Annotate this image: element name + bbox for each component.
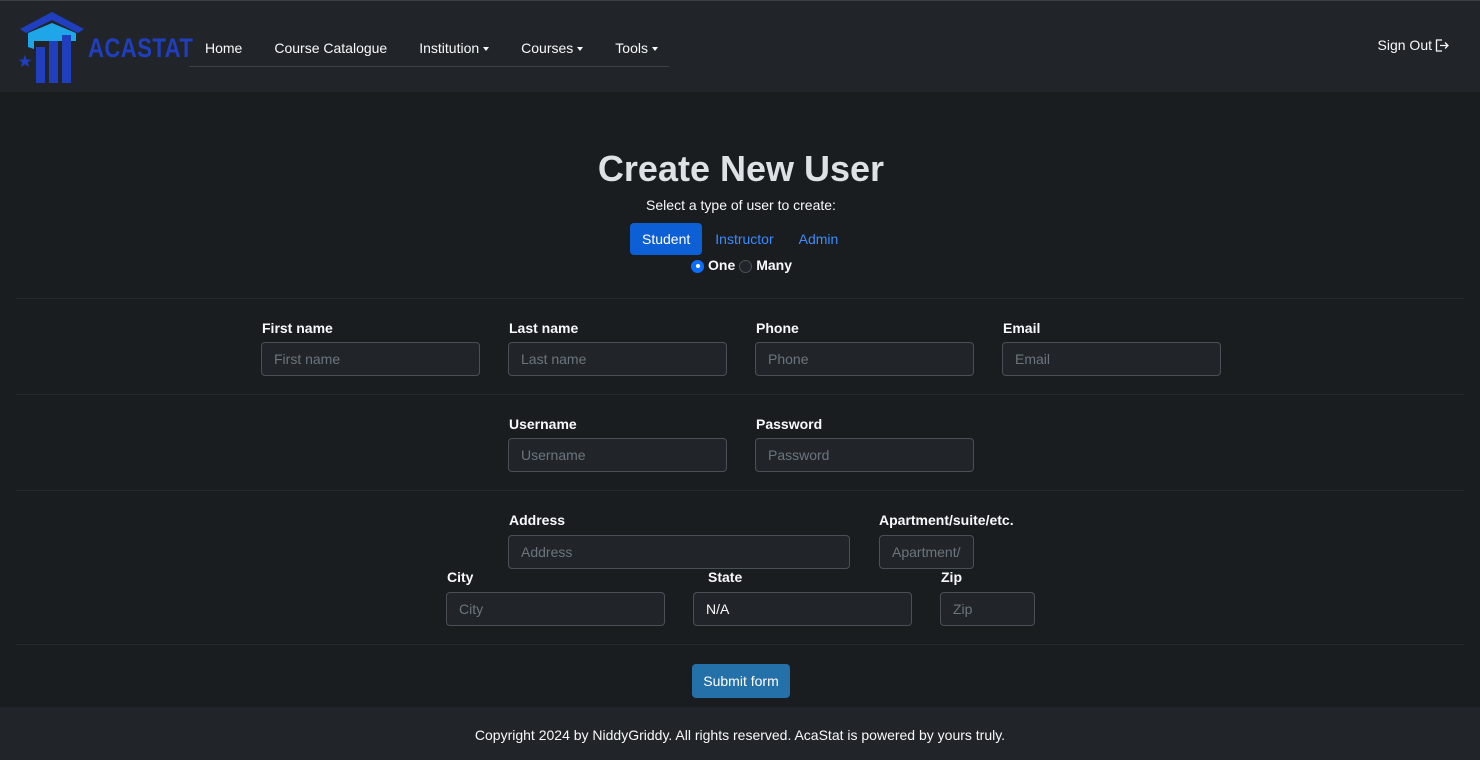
radio-many[interactable]	[739, 259, 753, 273]
zip-input[interactable]	[940, 592, 1035, 626]
caret-down-icon	[651, 46, 658, 51]
sign-out-link[interactable]: Sign Out	[1378, 37, 1450, 53]
footer-copyright: Copyright 2024 by NiddyGriddy. All right…	[474, 727, 1006, 743]
password-input[interactable]	[755, 438, 974, 472]
logo-icon	[18, 12, 84, 83]
caret-down-icon	[577, 46, 584, 51]
apartment-input[interactable]	[879, 535, 974, 569]
apartment-label: Apartment/suite/etc.	[879, 512, 1014, 528]
username-input[interactable]	[508, 438, 727, 472]
first-name-input[interactable]	[261, 342, 480, 376]
nav-menu: Home Course Catalogue Institution Course…	[189, 29, 669, 67]
nav-item-courses[interactable]: Courses	[505, 30, 599, 66]
username-label: Username	[509, 416, 577, 432]
email-input[interactable]	[1002, 342, 1221, 376]
submit-button[interactable]: Submit form	[692, 664, 790, 698]
first-name-label: First name	[262, 320, 333, 336]
page-title: Create New User	[597, 148, 885, 189]
nav-item-tools[interactable]: Tools	[599, 30, 674, 66]
radio-many-label: Many	[756, 257, 793, 273]
email-label: Email	[1003, 320, 1041, 336]
nav-item-institution[interactable]: Institution	[403, 30, 505, 66]
radio-one-label: One	[708, 257, 736, 273]
brand-logo[interactable]: ACASTAT	[16, 11, 193, 85]
nav-item-home[interactable]: Home	[189, 30, 258, 66]
phone-input[interactable]	[755, 342, 974, 376]
nav-item-label: Courses	[521, 39, 574, 56]
caret-down-icon	[483, 46, 490, 51]
tab-admin[interactable]: Admin	[787, 223, 851, 255]
navbar: ACASTAT Home Course Catalogue Institutio…	[0, 0, 1480, 92]
password-label: Password	[756, 416, 823, 432]
divider	[16, 644, 1464, 645]
nav-item-label: Institution	[419, 39, 480, 56]
divider	[16, 490, 1464, 491]
phone-label: Phone	[756, 320, 799, 336]
nav-item-label: Course Catalogue	[274, 39, 388, 56]
tab-instructor[interactable]: Instructor	[703, 223, 785, 255]
city-label: City	[447, 569, 474, 585]
state-label: State	[708, 569, 743, 585]
last-name-label: Last name	[509, 320, 579, 336]
sign-out-label: Sign Out	[1377, 37, 1432, 53]
address-label: Address	[509, 512, 566, 528]
state-select[interactable]	[693, 592, 912, 626]
sign-out-icon	[1435, 38, 1449, 52]
city-input[interactable]	[446, 592, 665, 626]
brand-name: ACASTAT	[88, 33, 194, 63]
footer: Copyright 2024 by NiddyGriddy. All right…	[0, 707, 1480, 760]
divider	[16, 394, 1464, 395]
nav-item-course-catalogue[interactable]: Course Catalogue	[258, 30, 403, 66]
user-type-tabs: Student Instructor Admin	[630, 223, 850, 255]
tab-student[interactable]: Student	[630, 223, 703, 255]
nav-item-label: Home	[205, 39, 243, 56]
count-radio-group: One Many	[691, 257, 792, 273]
address-input[interactable]	[508, 535, 850, 569]
divider	[16, 298, 1464, 299]
nav-item-label: Tools	[615, 39, 648, 56]
page-subtitle: Select a type of user to create:	[646, 197, 836, 213]
zip-label: Zip	[941, 569, 962, 585]
radio-one[interactable]	[691, 259, 704, 273]
last-name-input[interactable]	[508, 342, 727, 376]
